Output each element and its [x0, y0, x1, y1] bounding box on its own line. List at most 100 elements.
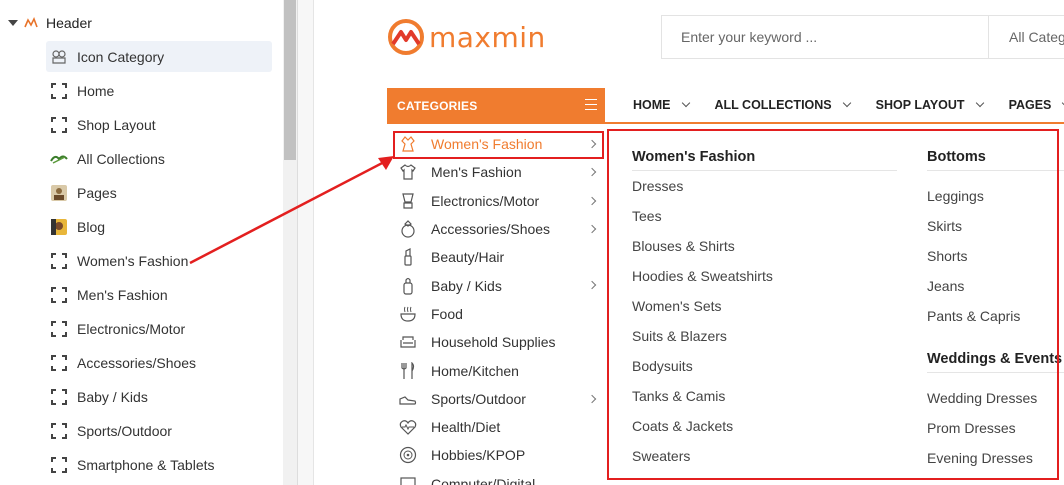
tree-item-smartphone-tablets[interactable]: Smartphone & Tablets — [46, 449, 272, 480]
mega-link[interactable]: Sweaters — [632, 441, 897, 471]
header-logo-icon — [24, 17, 40, 29]
mega-link[interactable]: Coats & Jackets — [632, 411, 897, 441]
category-hobbies-kpop[interactable]: Hobbies/KPOP — [387, 441, 605, 469]
baby-bottle-icon — [399, 277, 417, 295]
mega-link[interactable]: Blouses & Shirts — [632, 231, 897, 261]
tree-item-label: Electronics/Motor — [77, 320, 186, 337]
nav-shop-layout[interactable]: SHOP LAYOUT — [875, 98, 984, 112]
mega-column-title: Weddings & Events — [927, 347, 1064, 373]
editor-scrollbar[interactable] — [283, 0, 297, 485]
image-thumbnail-icon — [50, 184, 68, 202]
dashed-square-icon — [50, 456, 68, 474]
vinyl-icon — [399, 446, 417, 464]
search-input[interactable] — [662, 16, 988, 58]
caret-down-icon[interactable] — [8, 20, 18, 26]
scrollbar-thumb[interactable] — [284, 0, 296, 160]
tree-item-label: Smartphone & Tablets — [77, 456, 215, 473]
mega-link[interactable]: Suits & Blazers — [632, 321, 897, 351]
nav-label: HOME — [633, 98, 671, 112]
dashed-square-icon — [50, 116, 68, 134]
category-food[interactable]: Food — [387, 300, 605, 328]
brand-logo[interactable]: maxmin — [387, 18, 546, 56]
dashed-square-icon — [50, 320, 68, 338]
mega-link[interactable]: Jeans — [927, 271, 1064, 301]
category-label: Women's Fashion — [431, 136, 543, 153]
mega-link[interactable]: Tanks & Camis — [632, 381, 897, 411]
category-label: Computer/Digital — [431, 475, 536, 485]
categories-toggle[interactable]: CATEGORIES — [387, 88, 605, 124]
tree-item-accessories-shoes[interactable]: Accessories/Shoes — [46, 347, 272, 378]
nav-label: ALL COLLECTIONS — [714, 98, 832, 112]
tree-item-shop-layout[interactable]: Shop Layout — [46, 109, 272, 140]
logo-mark-icon — [388, 19, 424, 55]
nav-all-collections[interactable]: ALL COLLECTIONS — [714, 98, 851, 112]
mega-link[interactable]: Evening Dresses — [927, 443, 1064, 473]
tree-item-sports-outdoor[interactable]: Sports/Outdoor — [46, 415, 272, 446]
section-title: Header — [46, 15, 92, 31]
tree-item-all-collections[interactable]: All Collections — [46, 143, 272, 174]
tree-item-label: Blog — [77, 218, 106, 235]
category-household-supplies[interactable]: Household Supplies — [387, 328, 605, 356]
editor-sidebar: Header Icon Category Home Shop Layout Al… — [0, 0, 298, 485]
tree-item-mens-fashion[interactable]: Men's Fashion — [46, 279, 272, 310]
tree-item-label: Icon Category — [77, 48, 165, 65]
tree-item-home[interactable]: Home — [46, 75, 272, 106]
tree-item-label: Home — [77, 82, 115, 99]
categories-label: CATEGORIES — [397, 99, 478, 113]
dashed-square-icon — [50, 82, 68, 100]
tree-item-label: Accessories/Shoes — [77, 354, 197, 371]
dashed-square-icon — [50, 422, 68, 440]
nav-home[interactable]: HOME — [633, 98, 690, 112]
mega-link[interactable]: Dresses — [632, 171, 897, 201]
category-home-kitchen[interactable]: Home/Kitchen — [387, 356, 605, 384]
mega-link[interactable]: Tees — [632, 201, 897, 231]
tree-item-label: Pages — [77, 184, 117, 201]
tree-item-pages[interactable]: Pages — [46, 177, 272, 208]
mega-link[interactable]: Prom Dresses — [927, 413, 1064, 443]
chevron-right-icon — [587, 139, 597, 149]
category-label: Health/Diet — [431, 419, 501, 436]
tree-item-electronics-motor[interactable]: Electronics/Motor — [46, 313, 272, 344]
tree-item-label: Baby / Kids — [77, 388, 148, 405]
mega-link[interactable]: Leggings — [927, 181, 1064, 211]
category-label: Food — [431, 305, 463, 322]
leaf-icon — [50, 150, 68, 168]
food-bowl-icon — [399, 305, 417, 323]
mega-link[interactable]: Pants & Capris — [927, 301, 1064, 331]
category-accessories-shoes[interactable]: Accessories/Shoes — [387, 215, 605, 243]
mega-link[interactable]: Skirts — [927, 211, 1064, 241]
mega-column-womens: Women's Fashion Dresses Tees Blouses & S… — [632, 145, 897, 471]
category-computer-digital[interactable]: Computer/Digital — [387, 470, 605, 485]
category-beauty-hair[interactable]: Beauty/Hair — [387, 243, 605, 271]
tree-item-icon-category[interactable]: Icon Category — [46, 41, 272, 72]
category-label: Beauty/Hair — [431, 249, 505, 266]
mega-link[interactable]: Wedding Dresses — [927, 383, 1064, 413]
mega-menu: Women's Fashion Dresses Tees Blouses & S… — [608, 129, 1064, 480]
tree-item-blog[interactable]: Blog — [46, 211, 272, 242]
category-electronics-motor[interactable]: Electronics/Motor — [387, 187, 605, 215]
mega-link[interactable]: Bodysuits — [632, 351, 897, 381]
search-category-select[interactable]: All Catego — [988, 16, 1064, 58]
lipstick-icon — [399, 248, 417, 266]
dashed-square-icon — [50, 252, 68, 270]
dashed-square-icon — [50, 354, 68, 372]
category-baby-kids[interactable]: Baby / Kids — [387, 271, 605, 299]
tree-item-womens-fashion[interactable]: Women's Fashion — [46, 245, 272, 276]
tree-item-baby-kids[interactable]: Baby / Kids — [46, 381, 272, 412]
category-mens-fashion[interactable]: Men's Fashion — [387, 158, 605, 186]
category-sports-outdoor[interactable]: Sports/Outdoor — [387, 385, 605, 413]
category-womens-fashion[interactable]: Women's Fashion — [387, 130, 605, 158]
tree-item-label: Men's Fashion — [77, 286, 168, 303]
category-health-diet[interactable]: Health/Diet — [387, 413, 605, 441]
store-preview: maxmin All Catego CATEGORIES HOME ALL CO… — [315, 0, 1064, 485]
mega-link[interactable]: Women's Sets — [632, 291, 897, 321]
blender-icon — [399, 192, 417, 210]
panel-divider — [298, 0, 314, 485]
sneaker-icon — [399, 390, 417, 408]
nav-pages[interactable]: PAGES — [1009, 98, 1064, 112]
mega-link[interactable]: Hoodies & Sweatshirts — [632, 261, 897, 291]
puzzle-icon — [50, 48, 68, 66]
mega-link[interactable]: Shorts — [927, 241, 1064, 271]
nav-label: SHOP LAYOUT — [875, 98, 965, 112]
header-section[interactable]: Header — [8, 12, 92, 34]
